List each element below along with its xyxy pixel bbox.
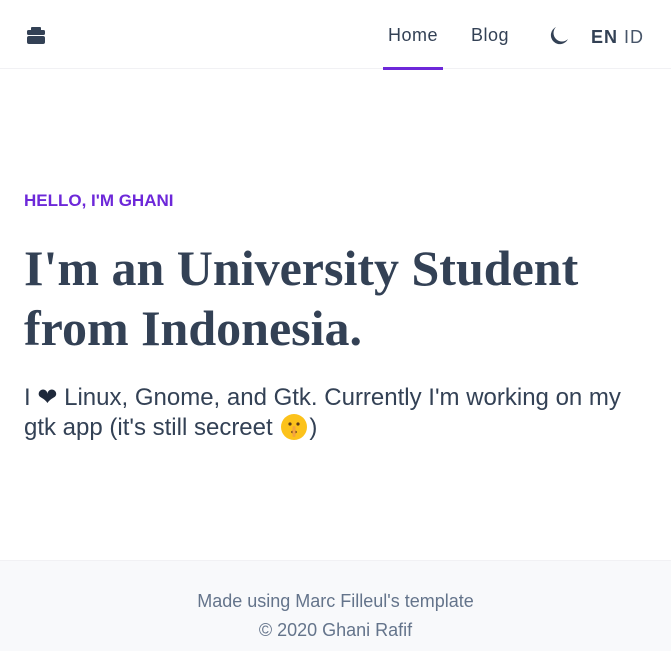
- moon-icon[interactable]: [547, 24, 571, 48]
- hero-desc-end: ): [309, 414, 318, 441]
- heart-icon: ❤: [37, 384, 58, 411]
- hero-title: I'm an University Student from Indonesia…: [24, 240, 579, 356]
- site-header: Home Blog EN ID: [0, 0, 671, 70]
- hero-description: I ❤ Linux, Gnome, and Gtk. Currently I'm…: [24, 383, 644, 443]
- footer-credit: Made using Marc Filleul's template: [197, 591, 474, 611]
- nav-home-link[interactable]: Home: [388, 24, 438, 46]
- briefcase-icon[interactable]: [24, 24, 48, 48]
- footer-copyright: © 2020 Ghani Rafif: [258, 620, 413, 640]
- hero-desc-start: I: [24, 384, 31, 411]
- language-id-toggle[interactable]: ID: [624, 26, 644, 48]
- shushing-face-icon: [281, 414, 308, 440]
- site-footer: Made using Marc Filleul's template © 202…: [0, 560, 671, 651]
- hero-eyebrow: HELLO, I'M GHANI: [24, 191, 174, 210]
- nav-blog-link[interactable]: Blog: [471, 24, 509, 46]
- language-en-toggle[interactable]: EN: [591, 26, 618, 48]
- hero-desc-text: Linux, Gnome, and Gtk. Currently I'm wor…: [24, 384, 621, 441]
- nav-active-indicator: [383, 67, 443, 70]
